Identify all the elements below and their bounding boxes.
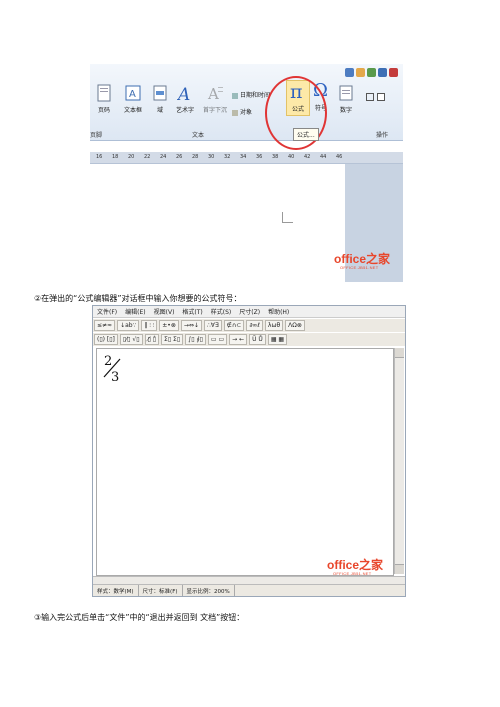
dropcap-button[interactable]: A 首字下沉 xyxy=(203,84,227,114)
palette-labeled-arrows[interactable]: → ← xyxy=(229,334,248,345)
fraction-denominator: 3 xyxy=(111,370,119,383)
menu-style[interactable]: 样式(S) xyxy=(207,306,236,317)
checkbox-group xyxy=(366,86,396,105)
symbol-toolbar-row: ≤≠≈ ↓ab∵ ‖ ⫶ ⫶ ±•⊗ →⇔↓ ∴∀∃ ∉∩⊂ ∂∞ℓ λωθ Λ… xyxy=(93,319,405,332)
palette-matrices[interactable]: ▦ ▦ xyxy=(267,334,288,345)
menu-edit[interactable]: 编辑(E) xyxy=(121,306,149,317)
svg-text:A: A xyxy=(207,85,219,102)
page-number-icon xyxy=(97,84,111,102)
palette-operators[interactable]: ±•⊗ xyxy=(159,320,179,331)
template-toolbar-row: (▯) [▯] ▯⁄▯ √▯ ▯̸ ▯̂ Σ▯ Σ▯ ∫▯ ∮▯ ▭ ▭ → ←… xyxy=(93,333,405,346)
calendar-icon xyxy=(232,92,238,99)
palette-integrals[interactable]: ∫▯ ∮▯ xyxy=(185,334,206,345)
qat-home-icon[interactable] xyxy=(356,68,365,77)
formula-edit-area[interactable] xyxy=(96,348,394,576)
qat-arrow-icon[interactable] xyxy=(345,68,354,77)
menu-file[interactable]: 文件(F) xyxy=(93,306,121,317)
qat-globe-icon[interactable] xyxy=(378,68,387,77)
horizontal-scrollbar[interactable] xyxy=(93,576,405,584)
page-number-button[interactable]: 页码 xyxy=(96,84,112,114)
textbox-button[interactable]: A 文本框 xyxy=(124,84,142,114)
palette-greek-upper[interactable]: ΛΩ⊗ xyxy=(285,320,305,331)
group-label-footer: 页脚 xyxy=(90,132,103,139)
palette-sets[interactable]: ∉∩⊂ xyxy=(223,320,245,331)
palette-embellishments[interactable]: ‖ ⫶ ⫶ xyxy=(141,320,158,331)
qat-close-icon[interactable] xyxy=(389,68,398,77)
vertical-scrollbar[interactable] xyxy=(394,348,404,574)
palette-products[interactable]: Ũ Ů xyxy=(249,334,266,345)
object-icon xyxy=(232,109,238,116)
ribbon-screenshot: 页码 A 文本框 域 A 艺术字 A 首字下沉 日期和时间 对象 π 公式 Ω xyxy=(90,64,403,282)
watermark-url: OFFICE.JB51.NET xyxy=(340,265,379,270)
status-bar: 样式：数学(M) 尺寸：标准(F) 显示比例：200% xyxy=(93,584,405,596)
caption-step-3: ③输入完公式后单击“文件”中的“退出并返回到 文档”按钮： xyxy=(34,613,245,622)
palette-summation[interactable]: Σ▯ Σ▯ xyxy=(161,334,184,345)
equation-tooltip: 公式... xyxy=(293,128,319,141)
palette-relations[interactable]: ≤≠≈ xyxy=(94,320,116,331)
watermark-url: OFFICE.JB51.NET xyxy=(333,571,372,576)
wordart-button[interactable]: A 艺术字 xyxy=(176,84,194,114)
palette-spaces[interactable]: ↓ab∵ xyxy=(117,320,140,331)
status-size: 尺寸：标准(F) xyxy=(139,585,183,596)
formula-fraction: 2 3 xyxy=(103,353,123,388)
dropcap-icon: A xyxy=(207,85,223,102)
ribbon-bar: 页码 A 文本框 域 A 艺术字 A 首字下沉 日期和时间 对象 π 公式 Ω xyxy=(90,64,403,141)
palette-arrows[interactable]: →⇔↓ xyxy=(180,320,202,331)
palette-greek-lower[interactable]: λωθ xyxy=(264,320,284,331)
field-button[interactable]: 域 xyxy=(152,84,168,114)
status-zoom: 显示比例：200% xyxy=(183,585,235,596)
horizontal-ruler: 16 18 20 22 24 26 28 30 32 34 36 38 40 4… xyxy=(90,152,403,164)
fraction-graphic: 2 3 xyxy=(103,354,121,385)
svg-text:A: A xyxy=(177,85,190,102)
field-icon xyxy=(153,85,167,101)
palette-bars[interactable]: ▭ ▭ xyxy=(207,334,228,345)
scroll-down-arrow-icon[interactable] xyxy=(395,564,404,574)
object-button[interactable]: 对象 xyxy=(232,107,252,116)
menu-size[interactable]: 尺寸(Z) xyxy=(235,306,264,317)
group-label-text: 文本 xyxy=(192,132,205,139)
margin-corner-mark xyxy=(282,212,293,223)
checkbox-icon[interactable] xyxy=(377,93,385,101)
qat-refresh-icon[interactable] xyxy=(367,68,376,77)
menu-help[interactable]: 帮助(H) xyxy=(264,306,293,317)
menu-bar: 文件(F) 编辑(E) 视图(V) 格式(T) 样式(S) 尺寸(Z) 帮助(H… xyxy=(93,306,405,318)
date-time-button[interactable]: 日期和时间 xyxy=(232,90,270,99)
equation-editor-screenshot: 文件(F) 编辑(E) 视图(V) 格式(T) 样式(S) 尺寸(Z) 帮助(H… xyxy=(92,305,406,597)
palette-fences[interactable]: (▯) [▯] xyxy=(94,334,118,345)
number-button[interactable]: 数字 xyxy=(338,84,354,114)
menu-view[interactable]: 视图(V) xyxy=(150,306,179,317)
palette-misc[interactable]: ∂∞ℓ xyxy=(246,320,263,331)
menu-format[interactable]: 格式(T) xyxy=(178,306,206,317)
document-page[interactable] xyxy=(90,164,345,282)
palette-logic[interactable]: ∴∀∃ xyxy=(203,320,222,331)
group-label-operate: 操作 xyxy=(376,132,389,139)
scroll-up-arrow-icon[interactable] xyxy=(395,348,404,358)
fraction-numerator: 2 xyxy=(104,354,112,369)
wordart-icon: A xyxy=(177,85,190,102)
status-style: 样式：数学(M) xyxy=(93,585,139,596)
palette-fractions[interactable]: ▯⁄▯ √▯ xyxy=(119,334,143,345)
svg-text:A: A xyxy=(129,89,136,100)
number-icon xyxy=(339,85,353,101)
textbox-icon: A xyxy=(125,85,141,101)
caption-step-2: ②在弹出的“公式编辑器”对话框中输入你想要的公式符号： xyxy=(34,294,242,303)
checkbox-icon[interactable] xyxy=(366,93,374,101)
palette-scripts[interactable]: ▯̸ ▯̂ xyxy=(144,334,160,345)
